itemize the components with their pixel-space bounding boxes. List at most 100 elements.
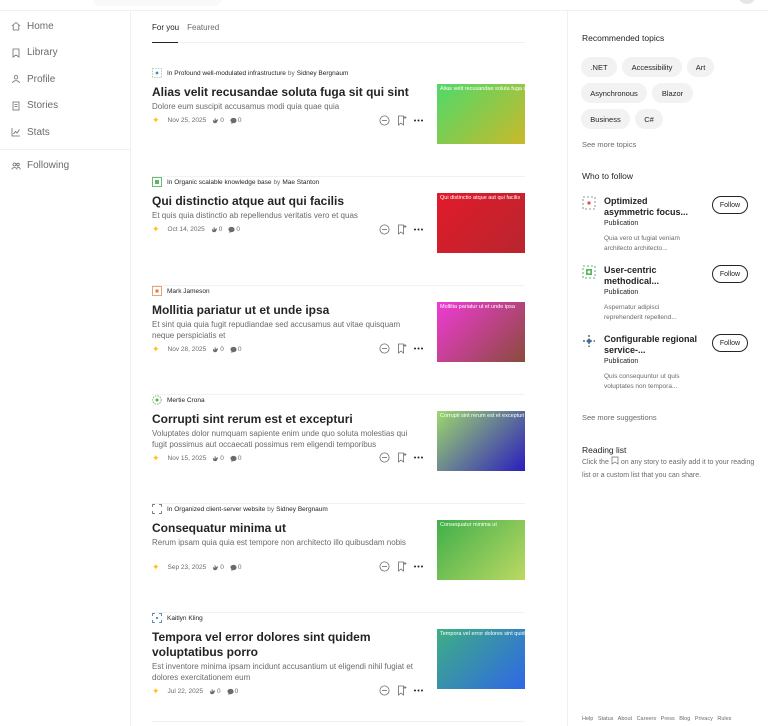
article-thumbnail[interactable]: Consequatur minima ut: [437, 520, 525, 580]
show-less-icon[interactable]: [379, 224, 390, 235]
article-title[interactable]: Consequatur minima ut: [152, 521, 424, 536]
follow-button[interactable]: Follow: [712, 334, 748, 352]
article-title[interactable]: Qui distinctio atque aut qui facilis: [152, 194, 424, 209]
bookmark-icon[interactable]: [396, 224, 407, 235]
author-name[interactable]: Sidney Bergnaum: [276, 506, 328, 513]
bookmark-icon[interactable]: [396, 561, 407, 572]
article-thumbnail[interactable]: Qui distinctio atque aut qui facilis: [437, 193, 525, 253]
article-title[interactable]: Tempora vel error dolores sint quidem vo…: [152, 630, 424, 660]
sidebar-item-stories[interactable]: Stories: [0, 93, 130, 120]
article-meta: In Organic scalable knowledge base by Mae…: [152, 177, 319, 187]
footer-link[interactable]: Help: [582, 716, 593, 722]
topic-chip[interactable]: Asynchronous: [581, 83, 647, 103]
author-name[interactable]: Mae Stanton: [282, 179, 319, 186]
article-thumbnail[interactable]: Tempora vel error dolores sint quidem vo…: [437, 629, 525, 689]
article-title[interactable]: Mollitia pariatur ut et unde ipsa: [152, 303, 424, 318]
sidebar-item-stats[interactable]: Stats: [0, 119, 130, 146]
footer-link[interactable]: Blog: [679, 716, 690, 722]
footer-link[interactable]: Press: [661, 716, 675, 722]
more-options-icon[interactable]: [413, 115, 424, 126]
clap-count[interactable]: 0: [212, 117, 224, 124]
more-options-icon[interactable]: [413, 343, 424, 354]
comment-count[interactable]: 0: [230, 455, 241, 462]
see-more-suggestions-link[interactable]: See more suggestions: [582, 413, 657, 422]
clap-count[interactable]: 0: [211, 226, 222, 233]
article-card[interactable]: Mertie Crona Corrupti sint rerum est et …: [152, 395, 525, 504]
tab-featured[interactable]: Featured: [187, 22, 219, 32]
show-less-icon[interactable]: [379, 561, 390, 572]
topic-chip[interactable]: .NET: [581, 57, 617, 77]
show-less-icon[interactable]: [379, 115, 390, 126]
comment-count[interactable]: 0: [227, 688, 238, 695]
article-card[interactable]: In Profound well-modulated infrastructur…: [152, 68, 525, 177]
clap-count[interactable]: 0: [212, 455, 224, 462]
publication-name[interactable]: Organized client-server website: [174, 506, 265, 513]
comment-count[interactable]: 0: [228, 226, 240, 233]
article-thumbnail[interactable]: Corrupti sint rerum est et excepturi: [437, 411, 525, 471]
follow-button[interactable]: Follow: [712, 265, 748, 283]
topic-chip[interactable]: Business: [581, 109, 630, 129]
bookmark-icon[interactable]: [396, 685, 407, 696]
clap-count[interactable]: 0: [209, 688, 221, 695]
publication-name[interactable]: User-centric methodical...: [604, 265, 699, 287]
topic-chip[interactable]: Accessibility: [622, 57, 682, 77]
follow-button[interactable]: Follow: [712, 196, 748, 214]
footer-link[interactable]: Status: [598, 716, 614, 722]
comment-count[interactable]: 0: [230, 564, 241, 571]
author-avatar: [152, 286, 162, 296]
show-less-icon[interactable]: [379, 452, 390, 463]
sidebar-item-library[interactable]: Library: [0, 40, 130, 67]
in-label: In: [167, 69, 173, 77]
publication-description: Quis consequuntur ut quis voluptates non…: [604, 373, 680, 390]
bookmark-icon[interactable]: [396, 452, 407, 463]
topic-chip[interactable]: Art: [687, 57, 714, 77]
search-input[interactable]: [92, 0, 222, 6]
article-title[interactable]: Corrupti sint rerum est et excepturi: [152, 412, 424, 427]
see-more-topics-link[interactable]: See more topics: [582, 140, 636, 149]
avatar[interactable]: [738, 0, 756, 4]
sidebar-item-profile[interactable]: Profile: [0, 66, 130, 93]
article-snippet: Rerum ipsam quia quia est tempore non ar…: [152, 538, 406, 547]
footer-link[interactable]: About: [618, 716, 632, 722]
article-card[interactable]: Kaitlyn Kling Tempora vel error dolores …: [152, 613, 525, 722]
publication-name[interactable]: Configurable regional service-...: [604, 334, 699, 356]
tab-for-you[interactable]: For you: [152, 22, 179, 32]
article-thumbnail[interactable]: Mollitia pariatur ut et unde ipsa: [437, 302, 525, 362]
publication-name[interactable]: Organic scalable knowledge base: [174, 179, 271, 186]
publication-name[interactable]: Profound well-modulated infrastructure: [174, 70, 286, 77]
author-name[interactable]: Sidney Bergnaum: [297, 70, 349, 77]
article-title[interactable]: Alias velit recusandae soluta fuga sit q…: [152, 85, 424, 100]
topic-chip[interactable]: C#: [635, 109, 663, 129]
footer-link[interactable]: Rules: [717, 716, 731, 722]
more-options-icon[interactable]: [413, 224, 424, 235]
article-actions: ✦ Nov 15, 2025 0 0: [152, 452, 424, 464]
article-card[interactable]: In Organized client-server website by Sid…: [152, 504, 525, 613]
footer-link[interactable]: Careers: [637, 716, 657, 722]
comment-count[interactable]: 0: [230, 346, 241, 353]
show-less-icon[interactable]: [379, 685, 390, 696]
comment-icon: [230, 455, 237, 462]
bookmark-icon[interactable]: [396, 115, 407, 126]
article-card[interactable]: Mark Jameson Mollitia pariatur ut et und…: [152, 286, 525, 395]
bookmark-icon[interactable]: [396, 343, 407, 354]
footer-link[interactable]: Privacy: [695, 716, 713, 722]
clap-count[interactable]: 0: [212, 346, 224, 353]
article-card[interactable]: In Organic scalable knowledge base by Mae…: [152, 177, 525, 286]
author-name[interactable]: Mark Jameson: [167, 288, 210, 295]
more-options-icon[interactable]: [413, 561, 424, 572]
show-less-icon[interactable]: [379, 343, 390, 354]
article-thumbnail[interactable]: Alias velit recusandae soluta fuga sit q…: [437, 84, 525, 144]
author-name[interactable]: Kaitlyn Kling: [167, 615, 203, 622]
sidebar-item-home[interactable]: Home: [0, 13, 130, 40]
more-options-icon[interactable]: [413, 685, 424, 696]
author-name[interactable]: Mertie Crona: [167, 397, 205, 404]
more-options-icon[interactable]: [413, 452, 424, 463]
comment-count[interactable]: 0: [230, 117, 241, 124]
clap-count[interactable]: 0: [212, 564, 224, 571]
publication-icon: [152, 177, 162, 187]
stories-icon: [11, 101, 21, 111]
publication-name[interactable]: Optimized asymmetric focus...: [604, 196, 699, 218]
topic-chip[interactable]: Blazor: [652, 83, 693, 103]
author-avatar: [152, 395, 162, 405]
sidebar-item-following[interactable]: Following: [0, 153, 130, 180]
